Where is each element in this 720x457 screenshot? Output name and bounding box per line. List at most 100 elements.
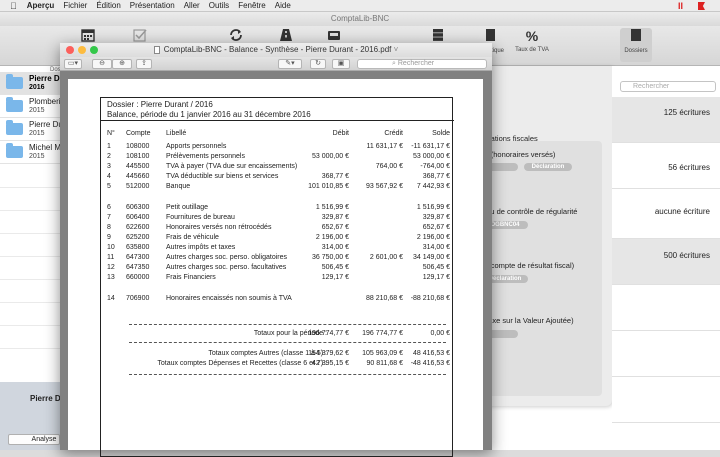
operation-label: 5 (compte de résultat fiscal) <box>482 261 575 270</box>
cell-compte: 706900 <box>126 295 150 302</box>
sidebar-item-dossier[interactable]: Plomberi 2015 <box>0 95 61 118</box>
minimize-icon[interactable] <box>78 46 86 54</box>
cell-debit: 329,87 € <box>321 214 349 221</box>
menu-aller[interactable]: Aller <box>184 1 200 10</box>
cell-libelle: Autres charges soc. perso. facultatives <box>166 264 287 271</box>
markup-pen-icon[interactable]: ✎▾ <box>278 59 302 69</box>
cell-libelle: TVA déductible sur biens et services <box>166 173 279 180</box>
close-icon[interactable] <box>66 46 74 54</box>
folder-icon <box>6 120 23 135</box>
sidebar-item-dossier[interactable]: Michel M 2015 <box>0 141 61 164</box>
menu-outils[interactable]: Outils <box>209 1 229 10</box>
entry-count: aucune écriture <box>654 207 710 216</box>
operation-label: -2 (honoraires versés) <box>482 150 556 159</box>
chevron-down-icon[interactable]: ˅ <box>391 45 399 54</box>
window-title: ComptaLib-BNC <box>0 12 720 26</box>
cell-solde: 129,17 € <box>422 274 450 281</box>
apple-menu-icon[interactable]:  <box>10 1 17 11</box>
col-header-compte: Compte <box>126 130 151 137</box>
cell-debit: 129,17 € <box>321 274 349 281</box>
row-divider <box>0 348 61 349</box>
dossier-name: Michel M <box>29 143 62 152</box>
cell-debit: 53 000,00 € <box>312 153 349 160</box>
cell-solde: -764,00 € <box>420 163 450 170</box>
cell-debit: 314,00 € <box>321 244 349 251</box>
total-solde: 0,00 € <box>430 330 450 337</box>
cell-compte: 606400 <box>126 214 150 221</box>
list-item[interactable] <box>612 377 720 423</box>
folder-icon <box>620 28 652 45</box>
share-icon[interactable]: ⇪ <box>136 59 152 69</box>
zoom-in-icon[interactable]: ⊕ <box>112 59 132 69</box>
list-item[interactable]: 56 écritures <box>612 143 720 189</box>
toolbar-label: Dossiers <box>624 48 648 54</box>
cell-compte: 647300 <box>126 254 150 261</box>
preview-window: ComptaLib-BNC - Balance - Synthèse - Pie… <box>60 43 492 457</box>
menu-fichier[interactable]: Fichier <box>63 1 87 10</box>
dossier-year: 2015 <box>29 130 45 137</box>
search-placeholder: Rechercher <box>633 83 670 90</box>
dossier-summary-panel: Pierre D Analyse <box>0 382 61 450</box>
list-item[interactable]: 125 écritures <box>612 97 720 143</box>
cell-compte: 445660 <box>126 173 150 180</box>
toolbar-taux-tva-button[interactable]: % Taux de TVA <box>504 28 560 53</box>
cell-libelle: Autres impôts et taxes <box>166 244 236 251</box>
report-period: Balance, période du 1 janvier 2016 au 31… <box>107 110 311 119</box>
preview-search-input[interactable]: ⌕ Rechercher <box>357 59 487 69</box>
sidebar-toggle-icon[interactable]: ▭▾ <box>64 59 82 69</box>
cell-solde: 2 196,00 € <box>416 234 450 241</box>
cell-libelle: Prélèvements personnels <box>166 153 245 160</box>
toolbar-dossiers-button[interactable]: Dossiers <box>620 28 652 62</box>
cell-solde: -88 210,68 € <box>410 295 450 302</box>
cell-solde: 1 516,99 € <box>416 204 450 211</box>
cell-no: 8 <box>107 224 111 231</box>
cell-no: 14 <box>107 295 115 302</box>
zoom-out-icon[interactable]: ⊖ <box>92 59 112 69</box>
zoom-icon[interactable] <box>90 46 98 54</box>
toolbox-icon[interactable]: ▣ <box>332 59 350 69</box>
menu-app-name[interactable]: Aperçu <box>27 1 55 10</box>
list-item[interactable]: 500 écritures <box>612 239 720 285</box>
list-item[interactable] <box>612 331 720 377</box>
row-divider <box>0 187 61 188</box>
toolbar-label: Taux de TVA <box>515 47 549 53</box>
sidebar-item-dossier[interactable]: Pierre Du 2016 <box>0 72 65 95</box>
summary-dossier-name: Pierre D <box>30 394 61 403</box>
list-item[interactable] <box>612 285 720 331</box>
cell-solde: 34 149,00 € <box>413 254 450 261</box>
totals-separator <box>129 324 446 325</box>
analyse-button[interactable]: Analyse <box>8 434 60 445</box>
cell-compte: 647350 <box>126 264 150 271</box>
entry-count: 56 écritures <box>668 163 710 172</box>
cell-solde: 506,45 € <box>422 264 450 271</box>
menu-fenetre[interactable]: Fenêtre <box>238 1 266 10</box>
cell-no: 7 <box>107 214 111 221</box>
row-divider <box>0 256 61 257</box>
flag-status-icon[interactable] <box>698 2 705 10</box>
rotate-icon[interactable]: ↻ <box>310 59 326 69</box>
col-header-libelle: Libellé <box>166 130 187 137</box>
declaration-badge: Déclaration <box>524 163 572 171</box>
sidebar-item-dossier[interactable]: Pierre Du 2015 <box>0 118 63 141</box>
search-field[interactable]: Rechercher <box>620 81 716 92</box>
list-item[interactable]: aucune écriture <box>612 189 720 239</box>
cell-no: 9 <box>107 234 111 241</box>
menu-presentation[interactable]: Présentation <box>130 1 175 10</box>
pause-status-icon[interactable]: II <box>678 1 683 11</box>
cell-solde: 314,00 € <box>422 244 450 251</box>
cell-libelle: Honoraires encaissés non soumis à TVA <box>166 295 292 302</box>
search-placeholder: Rechercher <box>397 60 435 67</box>
cell-no: 3 <box>107 163 111 170</box>
cell-libelle: Autres charges soc. perso. obligatoires <box>166 254 288 261</box>
dossier-year: 2015 <box>29 153 45 160</box>
cell-solde: 7 442,93 € <box>416 183 450 190</box>
cell-compte: 606300 <box>126 204 150 211</box>
preview-titlebar[interactable]: ComptaLib-BNC - Balance - Synthèse - Pie… <box>60 43 492 57</box>
cell-no: 13 <box>107 274 115 281</box>
cell-no: 10 <box>107 244 115 251</box>
operation-label: (Taxe sur la Valeur Ajoutée) <box>482 316 574 325</box>
row-divider <box>0 279 61 280</box>
dossier-stats-list: Rechercher 125 écritures 56 écritures au… <box>612 66 720 450</box>
menu-edition[interactable]: Édition <box>96 1 120 10</box>
menu-aide[interactable]: Aide <box>275 1 291 10</box>
